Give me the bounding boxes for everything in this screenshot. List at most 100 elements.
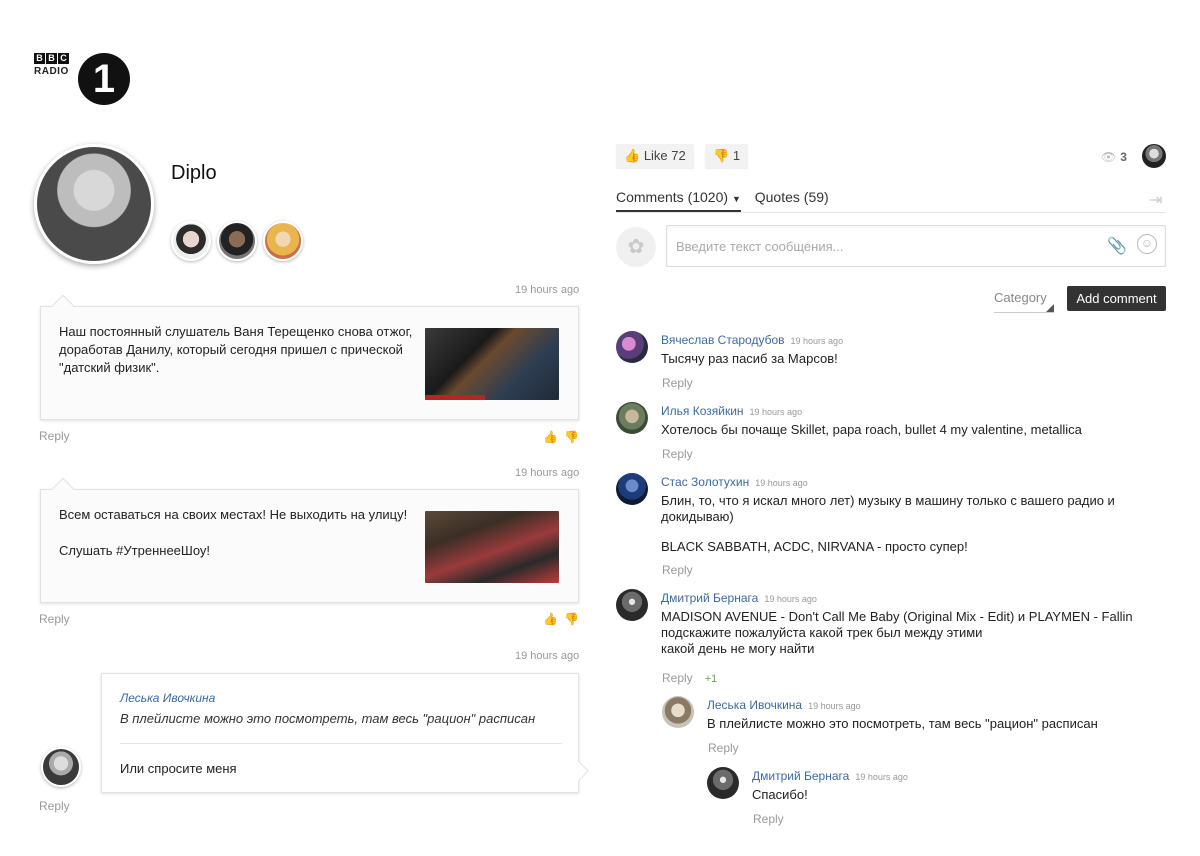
reply-button[interactable]: Reply — [753, 812, 784, 826]
tab-quotes[interactable]: Quotes (59) — [755, 189, 829, 210]
post-image[interactable] — [425, 328, 559, 400]
smile-icon[interactable]: ☺ — [1137, 234, 1157, 254]
comment-text: Блин, то, что я искал много лет) музыку … — [661, 493, 1115, 555]
add-comment-button[interactable]: Add comment — [1067, 286, 1166, 311]
tabs-divider — [616, 212, 1166, 213]
reply-button[interactable]: Reply — [39, 612, 70, 626]
divider — [120, 743, 562, 744]
reply-button[interactable]: Reply — [662, 671, 693, 685]
reply-button[interactable]: Reply — [662, 376, 693, 390]
post-text: Или спросите меня — [120, 761, 237, 776]
comment-header: Вячеслав Стародубов 19 hours ago — [661, 331, 843, 349]
like-button[interactable]: 👍 Like 72 — [616, 144, 694, 168]
post-votes: 👍👎 — [543, 430, 585, 444]
commenter-name[interactable]: Дмитрий Бернага — [661, 591, 758, 605]
tab-comments[interactable]: Comments (1020) ▼ — [616, 189, 741, 212]
commenter-avatar[interactable] — [616, 402, 648, 434]
commenter-avatar[interactable] — [616, 473, 648, 505]
commenter-name[interactable]: Илья Козяйкин — [661, 404, 744, 418]
thumb-down-icon[interactable]: 👎 — [564, 612, 585, 626]
commenter-avatar[interactable] — [616, 331, 648, 363]
comment-text-line — [661, 525, 1115, 539]
comment-text: Спасибо! — [752, 787, 808, 802]
post-timestamp: 19 hours ago — [515, 467, 580, 479]
dropdown-corner-icon — [1046, 304, 1054, 312]
sign-in-icon[interactable]: ⇥ — [1149, 190, 1162, 210]
chevron-down-icon: ▼ — [731, 194, 741, 204]
post-timestamp: 19 hours ago — [515, 284, 580, 296]
profile-name[interactable]: Diplo — [171, 162, 217, 185]
post-text-line — [59, 524, 407, 542]
dislike-count: 1 — [732, 148, 741, 163]
commenter-name[interactable]: Вячеслав Стародубов — [661, 333, 785, 347]
eye-icon: 👁 — [1101, 150, 1117, 164]
post-text-line: Наш постоянный слушатель Ваня Терещенко … — [59, 324, 413, 339]
post-votes: 👍👎 — [543, 612, 585, 626]
viewer-avatar[interactable] — [1142, 144, 1166, 168]
profile-avatar[interactable] — [34, 144, 154, 264]
card-pointer — [51, 294, 75, 318]
comment-header: Леська Ивочкина 19 hours ago — [707, 696, 861, 714]
follower-avatar[interactable] — [171, 221, 211, 261]
follower-avatar[interactable] — [217, 221, 257, 261]
post-text-line: Всем оставаться на своих местах! Не выхо… — [59, 507, 408, 522]
thumb-down-icon[interactable]: 👎 — [564, 430, 585, 444]
comment-text: Хотелось бы почаще Skillet, papa roach, … — [661, 422, 1082, 437]
paperclip-icon[interactable]: 📎 — [1107, 236, 1127, 256]
commenter-name[interactable]: Леська Ивочкина — [707, 698, 802, 712]
comment-tabs: Comments (1020) ▼ Quotes (59) — [616, 189, 829, 212]
post-timestamp: 19 hours ago — [515, 650, 580, 662]
post-image[interactable] — [425, 511, 559, 583]
message-input[interactable] — [667, 226, 1097, 266]
bbc-letter: C — [58, 53, 69, 64]
post-card: Всем оставаться на своих местах! Не выхо… — [40, 477, 579, 603]
post-text: Наш постоянный слушатель Ваня Терещенко … — [59, 323, 412, 377]
comment-text-line: какой день не могу найти — [661, 641, 815, 656]
post-text-line: "датский физик". — [59, 360, 160, 375]
bbc-blocks: B B C — [34, 53, 69, 64]
comment-header: Дмитрий Бернага 19 hours ago — [661, 589, 817, 607]
comment-composer: 📎 ☺ — [666, 225, 1166, 267]
dislike-button[interactable]: 👎 1 — [705, 144, 749, 168]
thumb-down-icon: 👎 — [713, 148, 730, 163]
tab-comments-label: Comments (1020) — [616, 189, 729, 205]
comment-timestamp: 19 hours ago — [808, 701, 861, 711]
post-card: Наш постоянный слушатель Ваня Терещенко … — [40, 294, 579, 420]
comment-text-line: подскажите пожалуйста какой трек был меж… — [661, 625, 983, 640]
like-count: 72 — [671, 148, 686, 163]
like-label: Like — [643, 148, 668, 163]
comment-timestamp: 19 hours ago — [755, 478, 808, 488]
reply-button[interactable]: Reply — [662, 563, 693, 577]
comment-header: Дмитрий Бернага 19 hours ago — [752, 767, 908, 785]
bbc-radio-1-logo[interactable]: B B C RADIO 1 — [34, 53, 134, 109]
category-select[interactable]: Category — [994, 290, 1054, 313]
comment-text: В плейлисте можно это посмотреть, там ве… — [707, 716, 1098, 731]
follower-avatar[interactable] — [263, 221, 303, 261]
card-pointer — [569, 761, 589, 781]
thumb-up-icon[interactable]: 👍 — [543, 430, 564, 444]
quote-author[interactable]: Леська Ивочкина — [120, 691, 215, 705]
commenter-name[interactable]: Стас Золотухин — [661, 475, 749, 489]
thumb-up-icon: 👍 — [624, 148, 641, 163]
reply-button[interactable]: Reply — [39, 429, 70, 443]
category-label: Category — [994, 290, 1047, 305]
comment-text-line: MADISON AVENUE - Don't Call Me Baby (Ori… — [661, 609, 1133, 624]
author-avatar[interactable] — [41, 747, 81, 787]
comment-timestamp: 19 hours ago — [855, 772, 908, 782]
commenter-avatar[interactable] — [662, 696, 694, 728]
station-number: 1 — [78, 53, 130, 105]
commenter-name[interactable]: Дмитрий Бернага — [752, 769, 849, 783]
thumb-up-icon[interactable]: 👍 — [543, 612, 564, 626]
commenter-avatar[interactable] — [616, 589, 648, 621]
reply-button[interactable]: Reply — [708, 741, 739, 755]
commenter-avatar[interactable] — [707, 767, 739, 799]
quote-text: В плейлисте можно это посмотреть, там ве… — [120, 711, 536, 726]
reply-button[interactable]: Reply — [662, 447, 693, 461]
reply-card: Леська Ивочкина В плейлисте можно это по… — [101, 673, 589, 793]
reply-button[interactable]: Reply — [39, 799, 70, 813]
comment-text-line: BLACK SABBATH, ACDC, NIRVANA - просто су… — [661, 539, 968, 554]
comment-text: MADISON AVENUE - Don't Call Me Baby (Ori… — [661, 609, 1133, 657]
comment-text-line: докидываю) — [661, 509, 734, 524]
view-counter: 👁 3 — [1101, 150, 1127, 164]
post-text: Всем оставаться на своих местах! Не выхо… — [59, 506, 407, 560]
